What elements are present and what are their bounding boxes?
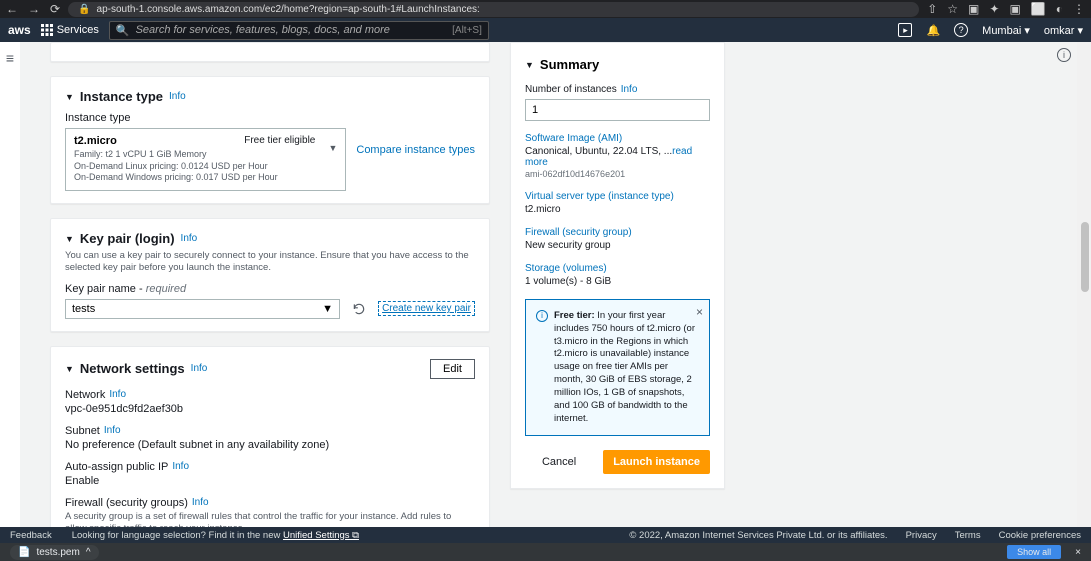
instance-type-title: Instance type bbox=[80, 89, 163, 104]
unified-settings-link[interactable]: Unified Settings ⧉ bbox=[283, 530, 359, 541]
share-icon[interactable]: ⇧ bbox=[927, 2, 937, 16]
cancel-button[interactable]: Cancel bbox=[525, 450, 593, 474]
show-all-button[interactable]: Show all bbox=[1007, 545, 1061, 559]
aws-nav-bar: aws Services 🔍 Search for services, feat… bbox=[0, 18, 1091, 42]
ext2-icon[interactable]: ▣ bbox=[1009, 2, 1020, 16]
info-link[interactable]: Info bbox=[192, 497, 209, 508]
edit-button[interactable]: Edit bbox=[430, 359, 475, 379]
search-icon: 🔍 bbox=[116, 24, 130, 37]
instance-type-select[interactable]: t2.micro Family: t2 1 vCPU 1 GiB Memory … bbox=[65, 128, 346, 191]
star-icon[interactable]: ☆ bbox=[947, 2, 958, 16]
vpc-id: vpc-0e951dc9fd2aef30b bbox=[65, 403, 475, 415]
info-link[interactable]: Info bbox=[181, 233, 198, 244]
keypair-card: ▼ Key pair (login) Info You can use a ke… bbox=[50, 218, 490, 332]
collapse-icon[interactable]: ▼ bbox=[65, 234, 74, 244]
aws-footer: Feedback Looking for language selection?… bbox=[0, 527, 1091, 543]
profile-icon[interactable]: ◐ bbox=[1056, 2, 1063, 16]
ext1-icon[interactable]: ▣ bbox=[968, 2, 979, 16]
search-input[interactable]: 🔍 Search for services, features, blogs, … bbox=[109, 21, 489, 40]
keypair-title: Key pair (login) bbox=[80, 231, 175, 246]
auto-ip-val: Enable bbox=[65, 475, 475, 487]
chevron-down-icon: ▼ bbox=[322, 303, 333, 315]
ami-link[interactable]: Software Image (AMI) bbox=[525, 133, 710, 144]
ami-id: ami-062df10d14676e201 bbox=[525, 169, 710, 179]
pause-icon[interactable]: ⬜ bbox=[1031, 2, 1046, 16]
sidebar-toggle[interactable]: ≡ bbox=[0, 42, 20, 527]
collapse-icon[interactable]: ▼ bbox=[525, 60, 534, 70]
fw-link[interactable]: Firewall (security group) bbox=[525, 227, 710, 238]
keypair-select[interactable]: tests ▼ bbox=[65, 299, 340, 319]
network-title: Network settings bbox=[80, 361, 185, 376]
cloudshell-icon[interactable]: ▸ bbox=[898, 23, 912, 37]
summary-card: ▼ Summary Number of instances Info Softw… bbox=[510, 42, 725, 489]
scrollbar[interactable] bbox=[1077, 42, 1091, 527]
create-keypair-link[interactable]: Create new key pair bbox=[378, 301, 475, 316]
download-item[interactable]: 📄 tests.pem ^ bbox=[10, 545, 99, 560]
info-icon: i bbox=[536, 310, 548, 322]
chevron-down-icon: ▼ bbox=[328, 143, 337, 153]
terms-link[interactable]: Terms bbox=[955, 530, 981, 541]
puzzle-icon[interactable]: ✦ bbox=[989, 2, 999, 16]
menu-icon[interactable]: ⋮ bbox=[1073, 2, 1085, 16]
free-tier-info: i Free tier: Free tier: In your first ye… bbox=[525, 299, 710, 436]
keypair-label: Key pair name - required bbox=[65, 283, 475, 295]
browser-chrome: ← → ⟳ 🔒 ap-south-1.console.aws.amazon.co… bbox=[0, 0, 1091, 18]
cookies-link[interactable]: Cookie preferences bbox=[999, 530, 1081, 541]
forward-icon[interactable]: → bbox=[28, 2, 40, 16]
info-link[interactable]: Info bbox=[169, 91, 186, 102]
bell-icon[interactable]: 🔔 bbox=[926, 24, 940, 37]
instance-type-label: Instance type bbox=[65, 112, 475, 124]
collapse-icon[interactable]: ▼ bbox=[65, 92, 74, 102]
launch-button[interactable]: Launch instance bbox=[603, 450, 710, 474]
search-placeholder: Search for services, features, blogs, do… bbox=[136, 24, 390, 36]
user-menu[interactable]: omkar ▾ bbox=[1044, 24, 1083, 37]
reload-icon[interactable]: ⟳ bbox=[50, 2, 60, 16]
close-icon[interactable]: × bbox=[1075, 547, 1081, 558]
lock-icon: 🔒 bbox=[78, 4, 90, 15]
info-link[interactable]: Info bbox=[104, 425, 121, 436]
scrollbar-thumb[interactable] bbox=[1081, 222, 1089, 292]
back-icon[interactable]: ← bbox=[6, 2, 18, 16]
info-link[interactable]: Info bbox=[109, 389, 126, 400]
prev-section-card bbox=[50, 42, 490, 62]
address-bar[interactable]: 🔒 ap-south-1.console.aws.amazon.com/ec2/… bbox=[68, 2, 919, 17]
feedback-link[interactable]: Feedback bbox=[10, 530, 52, 541]
vtype-link[interactable]: Virtual server type (instance type) bbox=[525, 191, 710, 202]
subnet-val: No preference (Default subnet in any ava… bbox=[65, 439, 475, 451]
aws-logo[interactable]: aws bbox=[8, 23, 31, 37]
info-link[interactable]: Info bbox=[172, 461, 189, 472]
chevron-up-icon: ^ bbox=[86, 547, 91, 558]
keypair-desc: You can use a key pair to securely conne… bbox=[65, 250, 475, 275]
search-hint: [Alt+S] bbox=[452, 25, 482, 36]
collapse-icon[interactable]: ▼ bbox=[65, 364, 74, 374]
services-button[interactable]: Services bbox=[41, 24, 99, 36]
download-bar: 📄 tests.pem ^ Show all × bbox=[0, 543, 1091, 561]
file-icon: 📄 bbox=[18, 547, 30, 558]
network-card: ▼ Network settings Info Edit Network Inf… bbox=[50, 346, 490, 527]
num-instances-input[interactable] bbox=[525, 99, 710, 121]
copyright: © 2022, Amazon Internet Services Private… bbox=[629, 530, 887, 541]
compare-link[interactable]: Compare instance types bbox=[356, 128, 475, 156]
close-icon[interactable]: × bbox=[696, 304, 703, 320]
help-icon[interactable]: ? bbox=[954, 23, 968, 37]
grid-icon bbox=[41, 24, 53, 36]
storage-link[interactable]: Storage (volumes) bbox=[525, 263, 710, 274]
help-panel-icon[interactable]: i bbox=[1057, 48, 1071, 62]
url-text: ap-south-1.console.aws.amazon.com/ec2/ho… bbox=[97, 4, 480, 15]
fw-desc: A security group is a set of firewall ru… bbox=[65, 511, 475, 527]
region-selector[interactable]: Mumbai ▾ bbox=[982, 24, 1030, 37]
privacy-link[interactable]: Privacy bbox=[906, 530, 937, 541]
instance-type-card: ▼ Instance type Info Instance type t2.mi… bbox=[50, 76, 490, 204]
info-link[interactable]: Info bbox=[621, 84, 638, 95]
refresh-button[interactable] bbox=[350, 300, 368, 318]
info-link[interactable]: Info bbox=[191, 363, 208, 374]
